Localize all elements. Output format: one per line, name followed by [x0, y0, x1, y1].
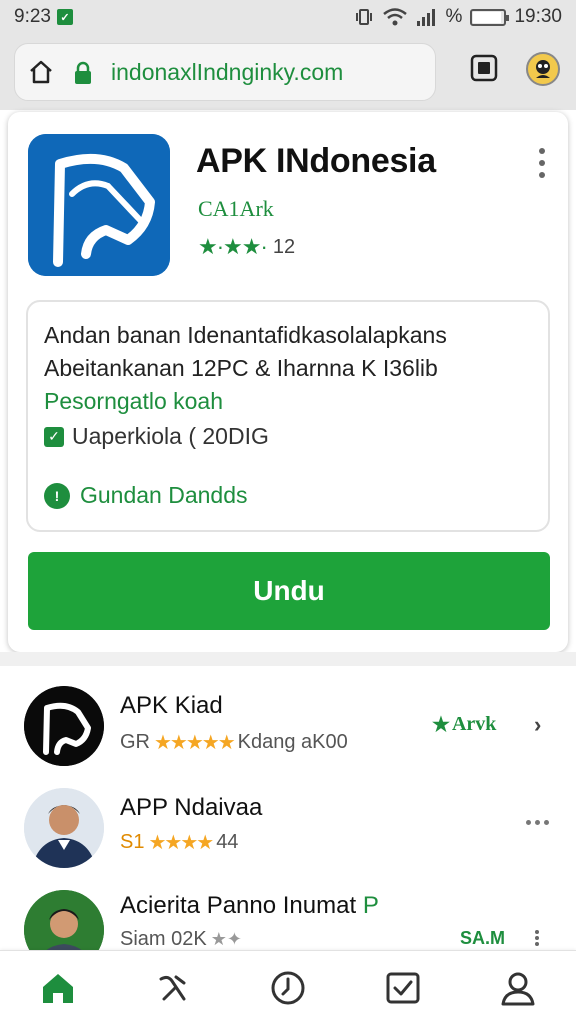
list-item-badge: SA.M [460, 928, 505, 949]
app-title: APK INdonesia [196, 142, 436, 180]
more-vert-icon[interactable] [532, 148, 552, 178]
notification-icon: ✓ [56, 9, 73, 25]
list-item-sub-prefix: GR [120, 731, 150, 753]
rating-stars: ★·★★· [198, 234, 268, 259]
app-list: APK Kiad GR ★★★★★ Kdang aK00 ★ Arvk › AP… [0, 668, 576, 970]
check-icon: ✓ [44, 426, 64, 447]
details-check-label: Uaperkiola ( 20DIG [72, 423, 269, 449]
more-horiz-icon[interactable] [526, 820, 549, 825]
info-icon: ! [44, 482, 70, 509]
app-rating: ★·★★· 12 [198, 234, 295, 260]
details-check-row: ✓ Uaperkiola ( 20DIG [44, 423, 532, 450]
url-text[interactable]: indonaxlIndnginky.com [111, 59, 343, 86]
chevron-right-icon[interactable]: › [534, 712, 541, 738]
status-time: 9:23 [14, 6, 51, 27]
avatar[interactable] [526, 52, 560, 86]
home-icon [42, 973, 73, 1003]
list-item-logo [24, 686, 104, 766]
details-line-2: Abeitankanan 12PC & Iharnna K I36lib [44, 355, 438, 381]
nav-tasks[interactable] [373, 958, 433, 1018]
rating-stars: ★★★★★ [154, 732, 236, 754]
wifi-icon [382, 8, 407, 26]
list-item-sub-prefix: Siam 02K [120, 928, 207, 950]
list-item-sub: GR ★★★★★ Kdang aK00 [120, 730, 348, 755]
address-bar[interactable]: indonaxlIndnginky.com [14, 43, 436, 101]
status-clock: 19:30 [514, 6, 562, 27]
list-item-sub-suffix: 44 [216, 831, 239, 853]
list-item-sub-suffix: Kdang aK00 [237, 731, 348, 753]
details-link[interactable]: ! Gundan Dandds [44, 482, 248, 509]
tasks-icon [386, 972, 420, 1003]
profile-icon [501, 972, 535, 1005]
signal-icon [416, 9, 435, 26]
app-developer[interactable]: CA1Ark [198, 196, 274, 222]
rating-count: 12 [272, 235, 296, 258]
history-icon [271, 971, 305, 1004]
list-item-name: Acierita Panno Inumat P [120, 892, 379, 920]
nav-home[interactable] [28, 958, 88, 1018]
status-left: 9:23 ✓ [14, 6, 73, 28]
list-item-sub: S1 ★★★★ 44 [120, 830, 238, 855]
nav-tools[interactable] [143, 958, 203, 1018]
lock-icon [73, 59, 93, 85]
list-item-name: APK Kiad [120, 692, 223, 719]
details-green-line[interactable]: Pesorngatlo koah [44, 388, 532, 415]
list-item-name-text: Acierita Panno Inumat [120, 892, 357, 919]
tab-switcher-icon[interactable] [466, 50, 502, 86]
list-item-right-label: SA.M [460, 928, 505, 948]
download-button[interactable]: Undu [28, 552, 550, 630]
star-icon: ★ [432, 714, 450, 736]
details-line-1: Andan banan Idenantafidkasolalapkans [44, 322, 447, 348]
browser-bar: indonaxlIndnginky.com [0, 34, 576, 110]
list-item-right-label: Arvk [451, 713, 497, 735]
tools-icon [159, 975, 186, 1000]
list-item[interactable]: APP Ndaivaa S1 ★★★★ 44 [0, 768, 576, 870]
status-bar: 9:23 ✓ % 19:30 [0, 0, 576, 34]
nav-history[interactable] [258, 958, 318, 1018]
list-item-badge: ★ Arvk [432, 712, 496, 737]
app-details-box: Andan banan Idenantafidkasolalapkans Abe… [26, 300, 550, 532]
app-card: APK INdonesia CA1Ark ★·★★· 12 Andan bana… [8, 112, 568, 652]
list-item-name: APP Ndaivaa [120, 794, 263, 821]
more-vert-icon[interactable] [532, 930, 542, 946]
list-item-avatar [24, 788, 104, 868]
app-logo [28, 134, 170, 276]
rating-stars: ★★★★ [148, 832, 214, 854]
rating-stars: ★✦ [210, 929, 242, 949]
list-item[interactable]: Acierita Panno Inumat P Siam 02K ★✦ SA.M [0, 870, 576, 970]
bottom-nav [0, 950, 576, 1024]
list-item-name-green: P [362, 892, 379, 919]
status-right: % 19:30 [354, 6, 562, 28]
vibrate-icon [355, 9, 372, 25]
home-icon[interactable] [27, 58, 55, 86]
section-divider [0, 652, 576, 666]
list-item[interactable]: APK Kiad GR ★★★★★ Kdang aK00 ★ Arvk › [0, 668, 576, 768]
nav-profile[interactable] [488, 958, 548, 1018]
battery-icon [470, 8, 510, 26]
details-link-label: Gundan Dandds [80, 482, 248, 508]
list-item-sub: Siam 02K ★✦ [120, 928, 242, 951]
list-item-sub-prefix: S1 [120, 831, 145, 853]
battery-percent-sign: % [445, 6, 463, 27]
